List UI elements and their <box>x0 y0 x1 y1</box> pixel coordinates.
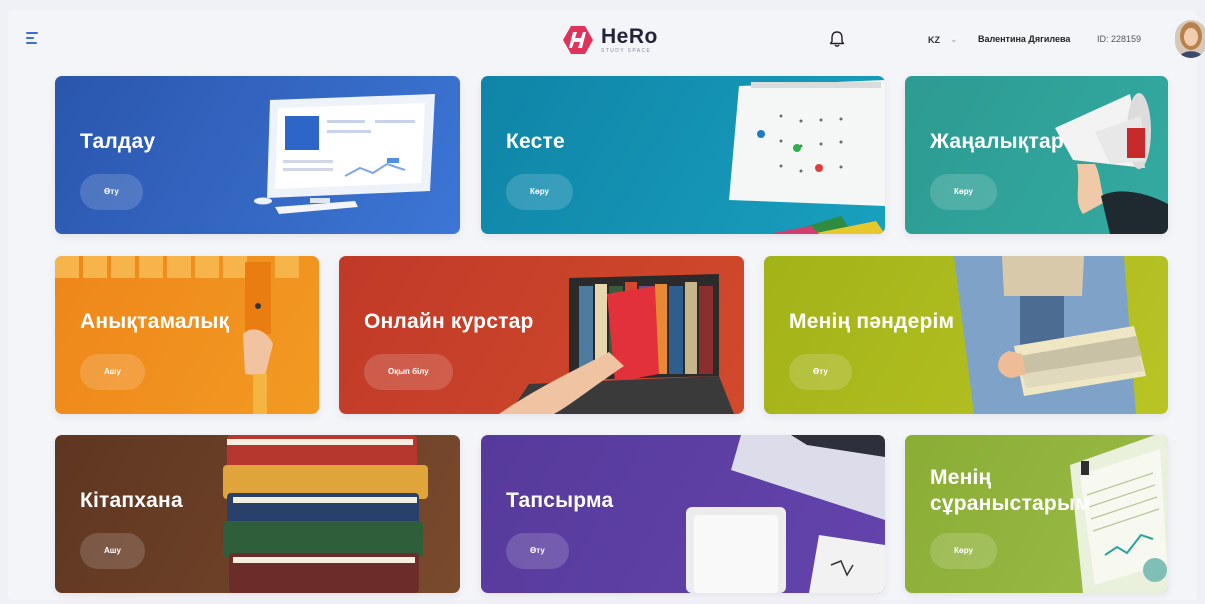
card-button[interactable]: Ашу <box>80 354 145 390</box>
chevron-down-icon: ⌄ <box>950 34 958 44</box>
card-button[interactable]: Оқып білу <box>364 354 453 390</box>
card-title: Тапсырма <box>506 489 614 512</box>
card-title: Онлайн курстар <box>364 310 534 333</box>
student-books-illustration <box>954 256 1146 414</box>
card-title: Кітапхана <box>80 489 183 512</box>
logo-name: HeRo <box>601 24 658 48</box>
card-menin-suranystarym[interactable]: Менің сұраныстарым Көру <box>905 435 1168 593</box>
logo-mark-icon <box>563 26 593 54</box>
card-taldau[interactable]: Талдау Өту <box>55 76 460 234</box>
megaphone-illustration <box>1055 93 1168 234</box>
card-button[interactable]: Көру <box>930 174 997 210</box>
folders-illustration <box>55 256 299 414</box>
card-button[interactable]: Ашу <box>80 533 145 569</box>
card-button[interactable]: Өту <box>80 174 143 210</box>
card-title: Менің пәндерім <box>789 310 955 333</box>
card-button[interactable]: Өту <box>506 533 569 569</box>
avatar[interactable] <box>1175 20 1205 58</box>
card-title: Талдау <box>80 130 156 153</box>
laptop-books-illustration <box>499 274 734 414</box>
card-anyktamalyk[interactable]: Анықтамалық Ашу <box>55 256 319 414</box>
computer-illustration <box>254 94 435 214</box>
language-label: KZ <box>928 34 940 45</box>
logo[interactable]: HeRo STUDY SPACE <box>561 22 658 58</box>
card-kitaphana[interactable]: Кітапхана Ашу <box>55 435 460 593</box>
calendar-illustration <box>729 80 885 234</box>
card-zhanalyktar[interactable]: Жаңалықтар Көру <box>905 76 1168 234</box>
card-button[interactable]: Көру <box>506 174 573 210</box>
card-title: Анықтамалық <box>80 310 230 333</box>
bell-icon[interactable] <box>829 30 845 48</box>
books-stack-illustration <box>223 435 428 593</box>
card-tapsyrma[interactable]: Тапсырма Өту <box>481 435 885 593</box>
notebook-laptop-illustration <box>686 435 885 593</box>
app-window: HeRo STUDY SPACE KZ ⌄ Валентина Дягилева… <box>8 10 1205 600</box>
user-name: Валентина Дягилева <box>978 34 1071 44</box>
user-id: ID: 228159 <box>1097 34 1142 44</box>
language-selector[interactable]: KZ ⌄ <box>928 34 958 45</box>
card-onlain-kurstar[interactable]: Онлайн курстар Оқып білу <box>339 256 744 414</box>
card-title: Кесте <box>506 130 565 153</box>
card-menin-panderim[interactable]: Менің пәндерім Өту <box>764 256 1168 414</box>
card-title: Менің сұраныстарым <box>930 466 1091 515</box>
avatar-image <box>1175 20 1205 58</box>
card-button[interactable]: Көру <box>930 533 997 569</box>
card-title: Жаңалықтар <box>930 130 1064 153</box>
top-bar: HeRo STUDY SPACE KZ ⌄ Валентина Дягилева… <box>8 10 1205 68</box>
menu-icon[interactable] <box>26 32 40 44</box>
card-keste[interactable]: Кесте Көру <box>481 76 885 234</box>
logo-subtitle: STUDY SPACE <box>601 47 652 54</box>
card-button[interactable]: Өту <box>789 354 852 390</box>
